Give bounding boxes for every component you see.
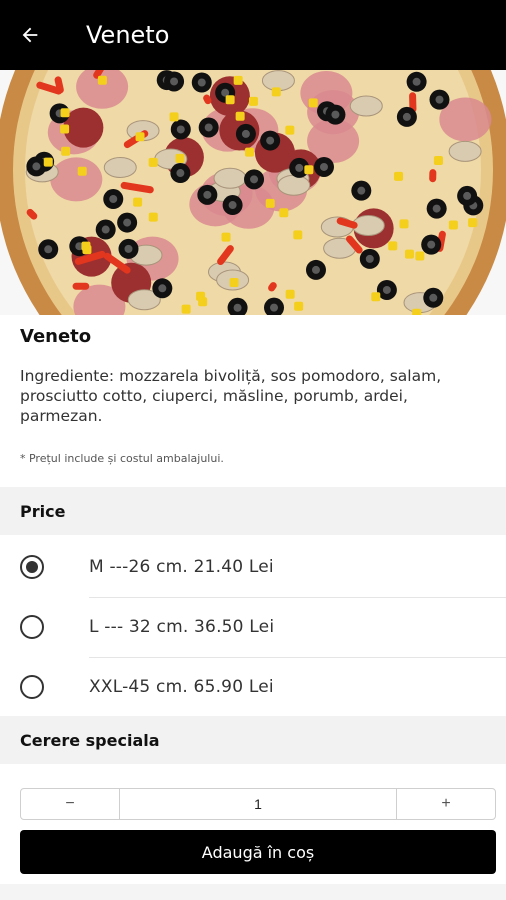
- quantity-value[interactable]: 1: [119, 789, 397, 819]
- price-note: * Prețul include și costul ambalajului.: [20, 452, 224, 465]
- price-option-m[interactable]: M ---26 cm. 21.40 Lei: [0, 537, 506, 597]
- add-to-cart-button[interactable]: Adaugă în coș: [20, 830, 496, 874]
- increase-button[interactable]: +: [397, 789, 495, 819]
- product-name: Veneto: [20, 326, 92, 347]
- bottom-strip: [0, 884, 506, 900]
- price-option-label: L --- 32 cm. 36.50 Lei: [89, 617, 275, 637]
- price-option-l[interactable]: L --- 32 cm. 36.50 Lei: [0, 597, 506, 657]
- decrease-button[interactable]: −: [21, 789, 119, 819]
- app-bar: Veneto: [0, 0, 506, 70]
- radio-button[interactable]: [20, 675, 44, 699]
- page-title: Veneto: [86, 21, 170, 49]
- radio-button[interactable]: [20, 615, 44, 639]
- product-description: Ingrediente: mozzarela bivoliță, sos pom…: [20, 367, 442, 425]
- price-section-header: Price: [0, 487, 506, 535]
- price-option-label: XXL-45 cm. 65.90 Lei: [89, 677, 274, 697]
- arrow-left-icon: [22, 27, 38, 43]
- price-option-xxl[interactable]: XXL-45 cm. 65.90 Lei: [0, 657, 506, 717]
- back-button[interactable]: [0, 0, 60, 70]
- quantity-stepper: − 1 +: [20, 788, 496, 820]
- special-request-header: Cerere speciala: [0, 716, 506, 764]
- radio-button[interactable]: [20, 555, 44, 579]
- price-option-label: M ---26 cm. 21.40 Lei: [89, 557, 274, 577]
- product-image: [0, 70, 506, 315]
